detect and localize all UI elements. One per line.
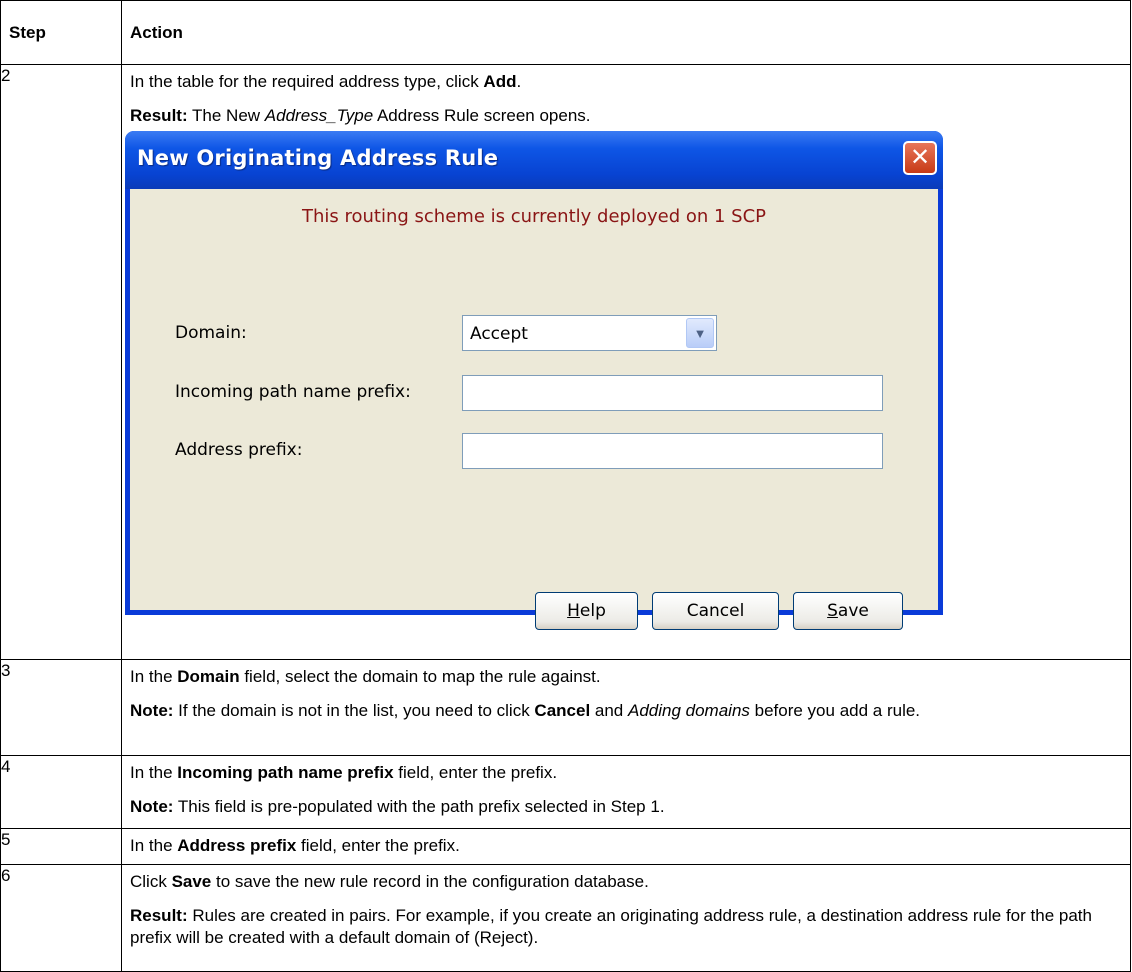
table-row: 6 Click Save to save the new rule record… (0, 864, 1131, 972)
step-number: 4 (0, 755, 122, 829)
result-text: Result: Rules are created in pairs. For … (130, 906, 1092, 947)
domain-select[interactable]: Accept ▼ (462, 315, 717, 351)
close-button[interactable]: ✕ (903, 141, 937, 175)
close-icon: ✕ (909, 143, 931, 171)
action-text: Click Save to save the new rule record i… (130, 872, 649, 891)
cancel-button[interactable]: Cancel (652, 592, 779, 630)
incoming-path-prefix-label: Incoming path name prefix: (175, 382, 411, 402)
result-text: Result: The New Address_Type Address Rul… (130, 106, 591, 125)
dialog-body: This routing scheme is currently deploye… (130, 189, 938, 630)
dialog-title: New Originating Address Rule (137, 146, 499, 170)
domain-selected-value: Accept (470, 324, 528, 344)
action-text: In the Domain field, select the domain t… (130, 667, 601, 686)
procedure-table: Step Action 2 In the table for the requi… (0, 0, 1131, 972)
domain-label: Domain: (175, 323, 247, 343)
action-cell: In the Address prefix field, enter the p… (121, 828, 1131, 865)
action-cell: Click Save to save the new rule record i… (121, 864, 1131, 972)
note-text: Note: This field is pre-populated with t… (130, 797, 665, 816)
deployment-notice: This routing scheme is currently deploye… (301, 206, 767, 227)
table-header-row: Step Action (0, 0, 1131, 65)
action-cell: In the table for the required address ty… (121, 64, 1131, 660)
save-button[interactable]: Save (793, 592, 903, 630)
chevron-down-icon[interactable]: ▼ (686, 318, 714, 348)
action-cell: In the Incoming path name prefix field, … (121, 755, 1131, 829)
table-row: 2 In the table for the required address … (0, 64, 1131, 660)
step-number: 6 (0, 864, 122, 972)
help-button[interactable]: Help (535, 592, 638, 630)
action-text: In the Address prefix field, enter the p… (130, 836, 460, 855)
action-text: In the table for the required address ty… (130, 72, 522, 91)
header-step: Step (0, 0, 122, 65)
action-text: In the Incoming path name prefix field, … (130, 763, 558, 782)
table-row: 5 In the Address prefix field, enter the… (0, 828, 1131, 865)
step-number: 5 (0, 828, 122, 865)
note-text: Note: If the domain is not in the list, … (130, 701, 921, 720)
address-prefix-label: Address prefix: (175, 440, 303, 460)
action-cell: In the Domain field, select the domain t… (121, 659, 1131, 756)
table-row: 4 In the Incoming path name prefix field… (0, 755, 1131, 829)
header-action: Action (121, 0, 1131, 65)
dialog-window: New Originating Address Rule ✕ This rout… (125, 131, 943, 630)
incoming-path-prefix-input[interactable] (462, 375, 883, 411)
address-prefix-input[interactable] (462, 433, 883, 469)
step-number: 3 (0, 659, 122, 756)
table-row: 3 In the Domain field, select the domain… (0, 659, 1131, 756)
step-number: 2 (0, 64, 122, 660)
dialog-titlebar[interactable]: New Originating Address Rule ✕ (125, 131, 943, 189)
